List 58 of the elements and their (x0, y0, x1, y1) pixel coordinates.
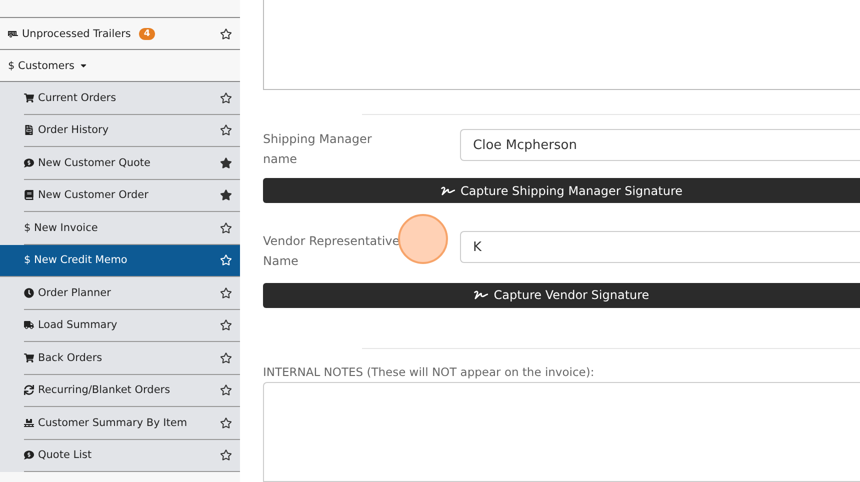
sidebar-item[interactable]: Order Planner (24, 277, 240, 310)
comment-icon (24, 450, 34, 460)
sidebar-item[interactable]: New Customer Order (24, 180, 240, 212)
repeat-icon (24, 385, 34, 396)
filled-star-icon[interactable] (220, 156, 232, 169)
click-indicator (398, 214, 448, 264)
star-icon[interactable] (220, 319, 232, 332)
sidebar-item-label: $ New Credit Memo (24, 254, 128, 266)
sidebar-item-label: New Customer Quote (38, 156, 151, 169)
sidebar-item[interactable]: $ New Credit Memo (0, 244, 240, 277)
star-icon[interactable] (220, 28, 232, 40)
trailer-icon (8, 28, 18, 38)
star-icon[interactable] (220, 222, 232, 234)
comment-icon (24, 158, 34, 168)
sidebar-item[interactable]: Back Orders (24, 342, 240, 374)
file-icon (24, 125, 34, 136)
star-icon[interactable] (220, 384, 232, 396)
star-icon[interactable] (220, 92, 232, 104)
pallet-icon (24, 418, 34, 428)
sidebar-item[interactable]: Customer Summary By Item (24, 407, 240, 440)
star-icon[interactable] (220, 286, 232, 299)
sidebar-item[interactable]: Order History (24, 114, 240, 147)
book-icon (24, 190, 34, 200)
sidebar-item-label: Current Orders (38, 92, 116, 104)
sidebar-item-label: Load Summary (38, 319, 118, 332)
sidebar-item[interactable]: Load Summary (24, 310, 240, 342)
sidebar-item-label: Order History (38, 124, 109, 136)
star-icon[interactable] (220, 352, 232, 364)
sidebar-item[interactable]: New Customer Quote (24, 147, 240, 180)
field-label: Shipping Manager name (263, 131, 373, 168)
sidebar-item[interactable]: Quote List (24, 440, 240, 472)
sidebar-item-label: Quote List (38, 449, 92, 462)
count-badge: 4 (138, 28, 156, 40)
sidebar-item-label: Order Planner (38, 286, 111, 299)
input-field[interactable]: K (460, 231, 860, 264)
star-icon[interactable] (220, 449, 232, 462)
star-icon[interactable] (220, 416, 232, 429)
notes-field[interactable] (263, 382, 860, 482)
sidebar-item[interactable]: Recurring/Blanket Orders (24, 374, 240, 407)
star-icon[interactable] (220, 124, 232, 136)
field-label: INTERNAL NOTES (These will NOT appear on the invoice): (263, 365, 596, 380)
truck-icon (24, 320, 34, 330)
sidebar-item-label: Back Orders (38, 352, 102, 364)
sidebar-item[interactable]: Current Orders (24, 82, 240, 114)
section-label: $ Customers (8, 60, 74, 72)
sidebar-item-label: Recurring/Blanket Orders (38, 384, 170, 396)
star-icon[interactable] (220, 254, 232, 266)
cart-icon (24, 352, 34, 363)
cart-icon (24, 92, 34, 103)
capture-signature-button[interactable]: Capture Vendor Signature (263, 282, 860, 308)
clock-icon (24, 288, 34, 298)
input-field[interactable]: Cloe Mcpherson (460, 129, 860, 162)
sidebar-item-label: $ New Invoice (24, 222, 98, 234)
filled-star-icon[interactable] (220, 189, 232, 202)
sidebar-item-label: Customer Summary By Item (38, 416, 188, 429)
capture-signature-button[interactable]: Capture Shipping Manager Signature (263, 178, 860, 204)
sidebar-item-label: Unprocessed Trailers (22, 28, 131, 40)
sidebar-item-label: New Customer Order (38, 189, 148, 202)
